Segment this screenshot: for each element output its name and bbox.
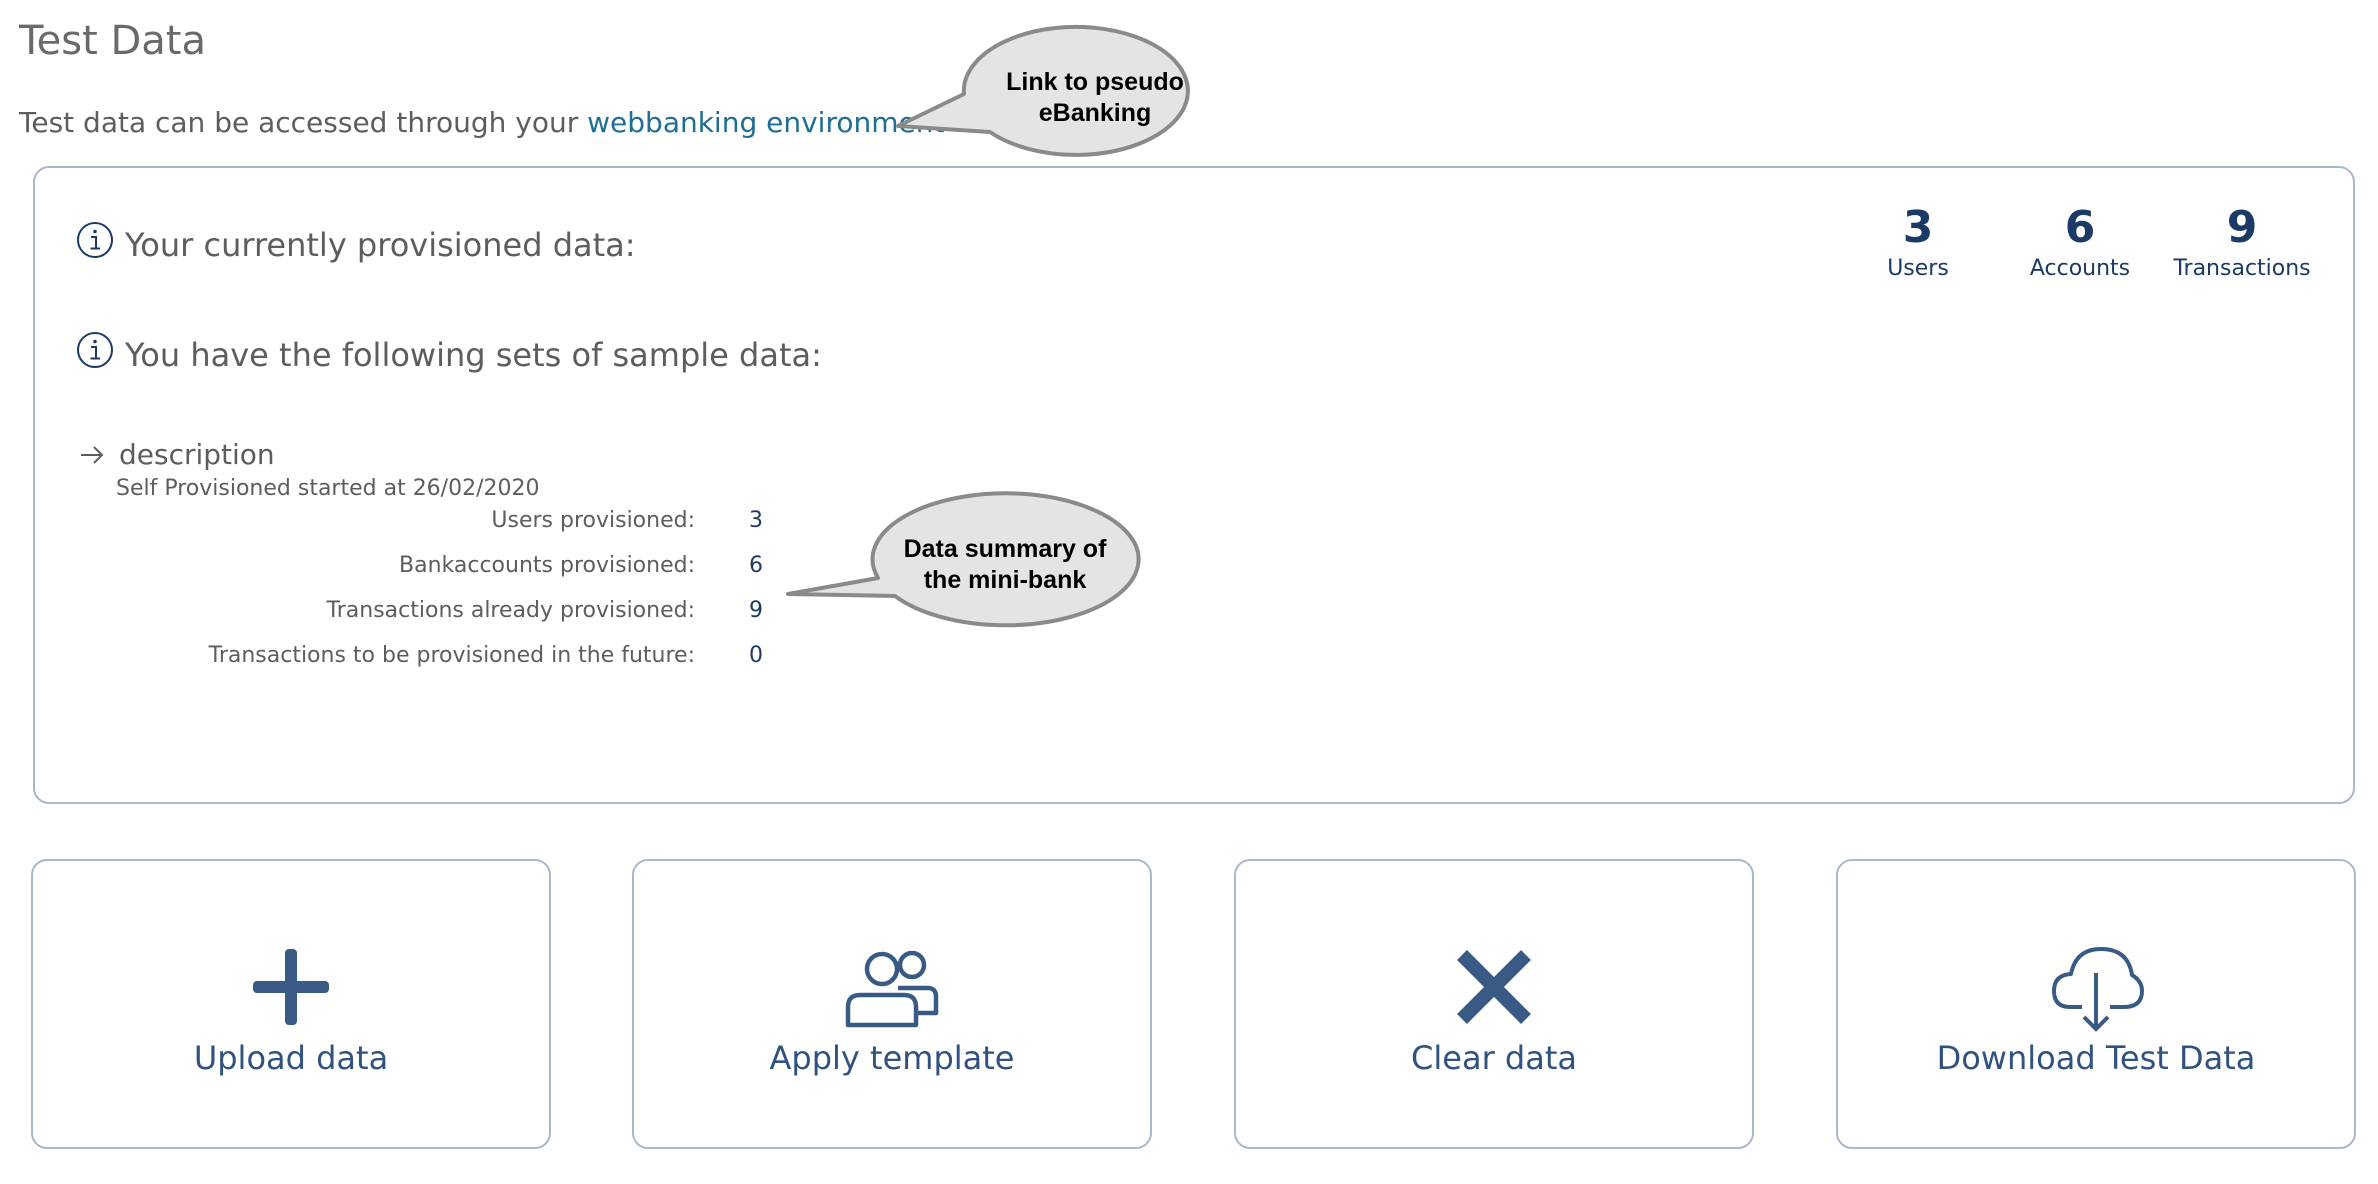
dataset-name: description: [119, 438, 275, 471]
stat-label: Users: [1887, 256, 1949, 281]
plus-icon: [253, 949, 329, 1025]
upload-data-label: Upload data: [193, 1039, 389, 1077]
arrow-right-icon: [81, 445, 104, 464]
summary-label: Users provisioned:: [491, 508, 695, 533]
upload-data-button[interactable]: Upload data: [31, 859, 551, 1149]
intro-text: Test data can be accessed through your w…: [19, 106, 944, 139]
callout-line: eBanking: [1038, 99, 1152, 127]
summary-row: Transactions already provisioned: 9: [35, 598, 795, 643]
close-icon: [1457, 950, 1531, 1024]
users-icon: [845, 950, 939, 1028]
test-data-page: Test Data Test data can be accessed thro…: [0, 0, 2378, 1184]
sample-heading-row: You have the following sets of sample da…: [75, 332, 822, 374]
summary-row: Users provisioned: 3: [35, 508, 795, 553]
summary-value: 0: [749, 643, 763, 668]
summary-row: Transactions to be provisioned in the fu…: [35, 643, 795, 688]
apply-template-label: Apply template: [769, 1039, 1015, 1077]
download-test-data-label: Download Test Data: [1936, 1039, 2256, 1077]
provisioned-data-panel: Your currently provisioned data: You hav…: [33, 166, 2355, 804]
info-icon: [77, 332, 113, 368]
stats-summary: 3 Users 6 Accounts 9 Transactions: [1837, 202, 2323, 284]
summary-row: Bankaccounts provisioned: 6: [35, 553, 795, 598]
apply-template-button[interactable]: Apply template: [632, 859, 1152, 1149]
callout-line: Link to pseudo: [1006, 68, 1184, 96]
dataset-summary: Users provisioned: 3 Bankaccounts provis…: [35, 508, 795, 688]
callout-line: the mini-bank: [923, 566, 1087, 594]
cloud-download-icon: [2052, 947, 2144, 1032]
stat-value: 6: [2064, 202, 2096, 253]
stat-accounts: 6 Accounts: [1999, 202, 2161, 284]
dataset-started: Self Provisioned started at 26/02/2020: [116, 476, 540, 501]
clear-data-button[interactable]: Clear data: [1234, 859, 1754, 1149]
download-test-data-button[interactable]: Download Test Data: [1836, 859, 2356, 1149]
stat-transactions: 9 Transactions: [2161, 202, 2323, 284]
callout-line: Data summary of: [903, 535, 1107, 563]
stat-users: 3 Users: [1837, 202, 1999, 284]
summary-value: 6: [749, 553, 763, 578]
summary-label: Transactions to be provisioned in the fu…: [208, 643, 695, 668]
summary-value: 3: [749, 508, 763, 533]
provisioned-heading: Your currently provisioned data:: [125, 226, 636, 264]
clear-data-label: Clear data: [1411, 1039, 1577, 1077]
provisioned-heading-row: Your currently provisioned data:: [75, 222, 636, 264]
summary-label: Transactions already provisioned:: [326, 598, 695, 623]
dataset-toggle[interactable]: description: [77, 438, 275, 471]
stat-value: 9: [2226, 202, 2258, 253]
stat-label: Transactions: [2173, 256, 2311, 281]
callout-link-note: Link to pseudo eBanking: [965, 67, 1225, 129]
info-icon: [77, 222, 113, 258]
summary-value: 9: [749, 598, 763, 623]
stat-label: Accounts: [2029, 256, 2131, 281]
stat-value: 3: [1902, 202, 1934, 253]
summary-label: Bankaccounts provisioned:: [399, 553, 695, 578]
sample-heading: You have the following sets of sample da…: [125, 336, 822, 374]
callout-summary-note: Data summary of the mini-bank: [870, 534, 1140, 596]
page-title: Test Data: [19, 18, 206, 64]
intro-prefix: Test data can be accessed through your: [19, 106, 588, 139]
